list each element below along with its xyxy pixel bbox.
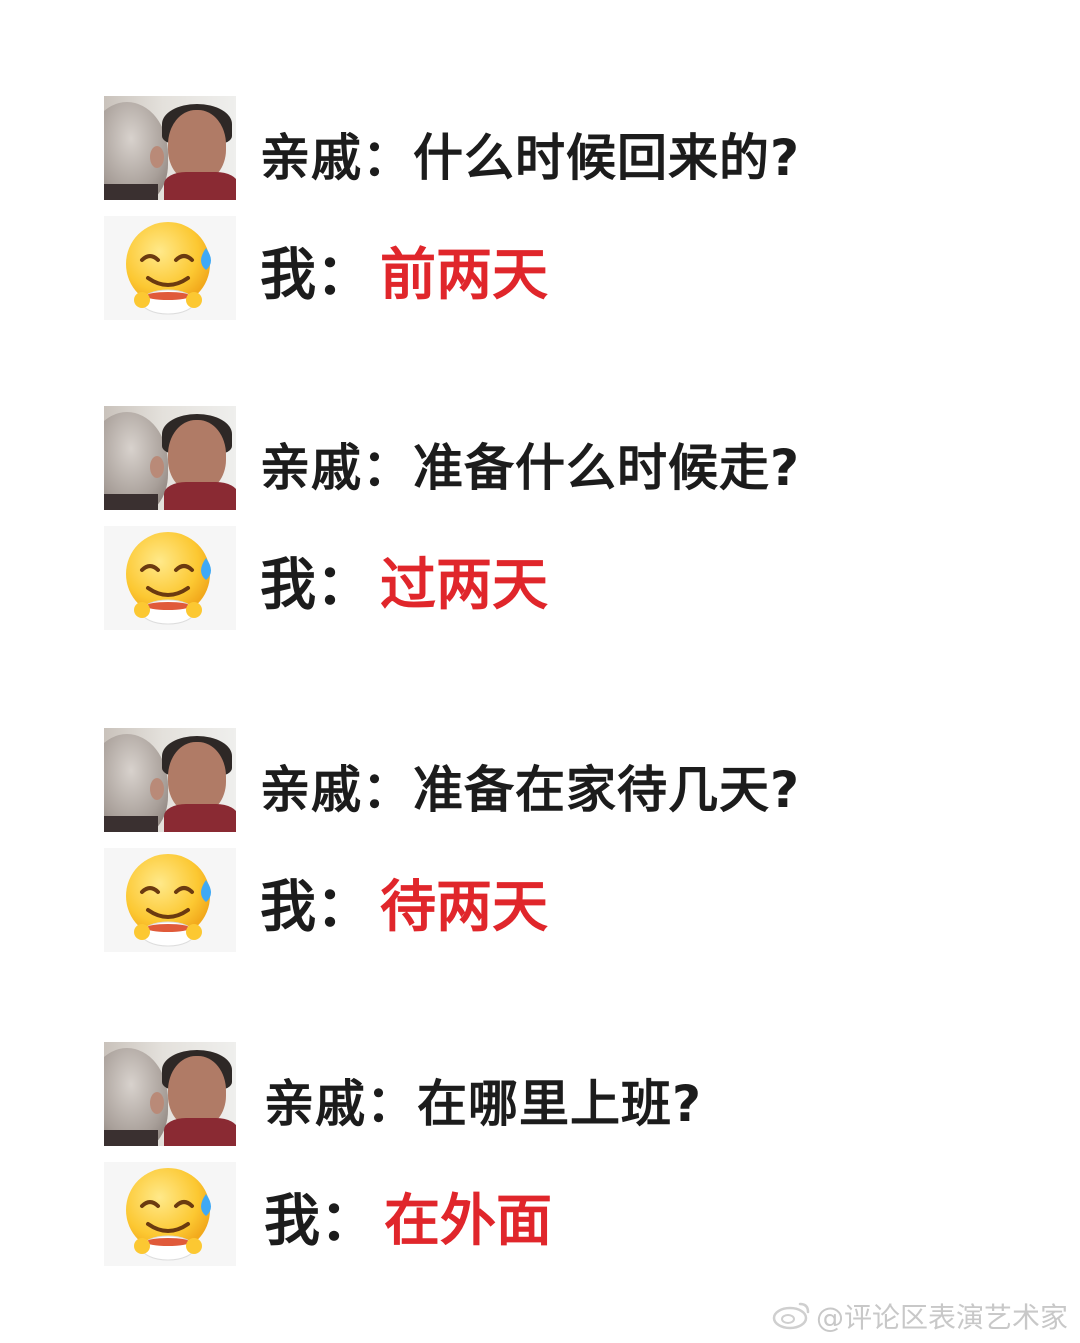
my-answer-line: 我： 在外面 — [264, 1189, 552, 1254]
relative-question: 亲戚：准备在家待几天? — [260, 761, 801, 819]
relative-question: 亲戚：在哪里上班? — [264, 1075, 703, 1133]
relatives-photo-avatar — [104, 728, 236, 832]
relative-question: 亲戚：什么时候回来的? — [260, 129, 801, 187]
weibo-logo-icon — [772, 1300, 812, 1337]
relative-line-3: 亲戚：准备在家待几天? — [104, 728, 1004, 832]
my-line-4: 我： 在外面 — [104, 1162, 1004, 1266]
smiling-sweat-emoji-icon — [104, 216, 236, 320]
my-answer-line: 我： 过两天 — [260, 553, 548, 618]
relative-line-1: 亲戚：什么时候回来的? — [104, 96, 1004, 200]
smiling-sweat-emoji-icon — [104, 1162, 236, 1266]
my-answer-line: 我： 待两天 — [260, 875, 548, 940]
relative-line-2: 亲戚：准备什么时候走? — [104, 406, 1004, 510]
relatives-photo-avatar — [104, 1042, 236, 1146]
my-line-2: 我： 过两天 — [104, 526, 1004, 630]
my-line-1: 我： 前两天 — [104, 216, 1004, 320]
smiling-sweat-emoji-icon — [104, 526, 236, 630]
relatives-photo-avatar — [104, 406, 236, 510]
relative-question: 亲戚：准备什么时候走? — [260, 439, 801, 497]
my-line-3: 我： 待两天 — [104, 848, 1004, 952]
my-answer-line: 我： 前两天 — [260, 243, 548, 308]
relatives-photo-avatar — [104, 96, 236, 200]
smiling-sweat-emoji-icon — [104, 848, 236, 952]
answer-text: 前两天 — [380, 243, 548, 308]
answer-text: 待两天 — [380, 875, 548, 940]
relative-line-4: 亲戚：在哪里上班? — [104, 1042, 1004, 1146]
answer-text: 过两天 — [380, 553, 548, 618]
watermark: @评论区表演艺术家 — [772, 1296, 1068, 1338]
answer-text: 在外面 — [384, 1189, 552, 1254]
